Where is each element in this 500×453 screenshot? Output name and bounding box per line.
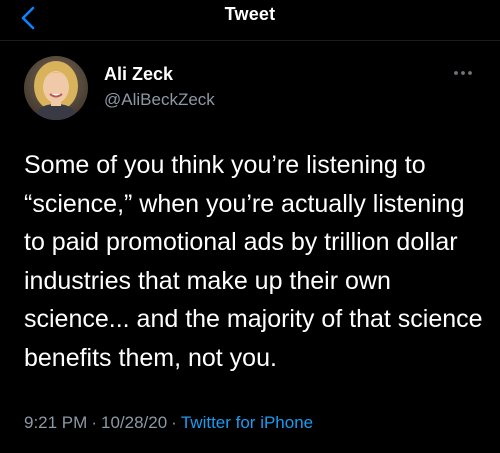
page-title: Tweet bbox=[224, 4, 276, 24]
author-handle[interactable]: @AliBeckZeck bbox=[104, 90, 215, 110]
navigation-bar: Tweet bbox=[0, 0, 500, 41]
tweet-text: Some of you think you’re listening to “s… bbox=[24, 151, 483, 372]
avatar-photo bbox=[24, 56, 88, 120]
tweet-date: 10/28/20 bbox=[100, 413, 168, 432]
tweet-time: 9:21 PM bbox=[24, 413, 88, 432]
separator: · bbox=[91, 413, 97, 432]
author-display-name[interactable]: Ali Zeck bbox=[104, 64, 173, 85]
author-avatar[interactable] bbox=[24, 56, 88, 120]
tweet-metadata: 9:21 PM · 10/28/20 · Twitter for iPhone bbox=[24, 413, 313, 433]
tweet-source-link[interactable]: Twitter for iPhone bbox=[181, 413, 313, 432]
more-options-icon[interactable] bbox=[452, 66, 474, 80]
separator: · bbox=[171, 413, 177, 432]
